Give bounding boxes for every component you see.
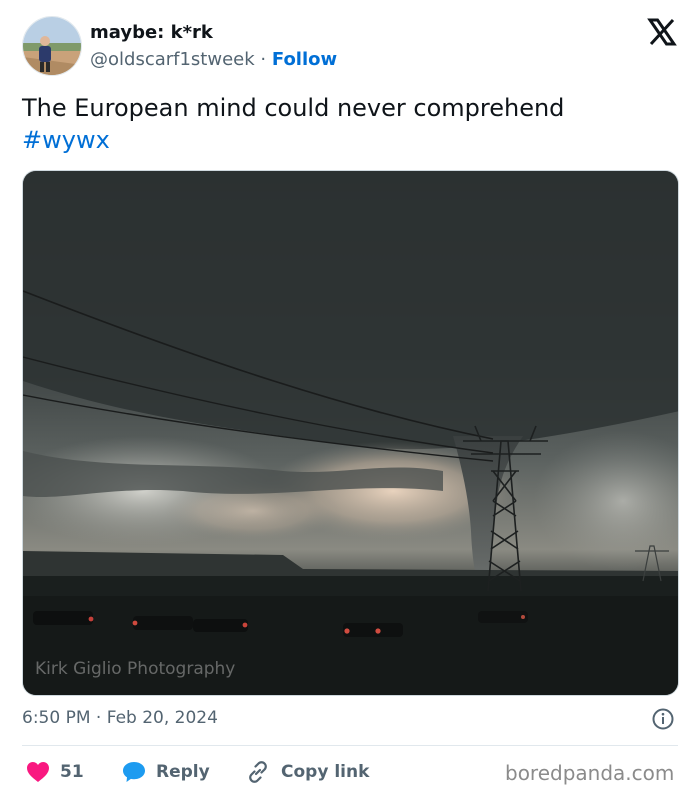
copy-link-label: Copy link: [281, 762, 370, 782]
author-handle-line: @oldscarf1stweek · Follow: [90, 49, 337, 70]
like-button[interactable]: 51: [26, 758, 84, 786]
reply-label: Reply: [156, 762, 210, 782]
follow-button[interactable]: Follow: [272, 49, 337, 70]
timestamp-separator: ·: [95, 708, 102, 728]
tweet-text: The European mind could never comprehend: [22, 94, 565, 122]
tornado-photo: [23, 171, 678, 695]
tweet-timestamp[interactable]: 6:50 PM · Feb 20, 2024: [22, 708, 218, 728]
divider: [22, 745, 678, 746]
info-icon[interactable]: [651, 707, 675, 731]
avatar-image: [23, 17, 81, 75]
author-handle[interactable]: @oldscarf1stweek: [90, 49, 255, 70]
x-logo-icon[interactable]: [647, 17, 677, 47]
handle-separator: ·: [260, 49, 267, 70]
heart-icon: [27, 762, 49, 782]
copy-link-button[interactable]: Copy link: [245, 758, 369, 786]
tweet-card: maybe: k*rk @oldscarf1stweek · Follow Th…: [0, 0, 700, 798]
reply-bubble-icon: [123, 762, 145, 782]
tweet-text-block: The European mind could never comprehend…: [22, 92, 678, 156]
reply-button[interactable]: Reply: [122, 758, 210, 786]
source-watermark: boredpanda.com: [505, 761, 675, 785]
link-icon: [249, 761, 267, 783]
like-count: 51: [60, 762, 84, 782]
author-display-name[interactable]: maybe: k*rk: [90, 22, 213, 43]
hashtag-link[interactable]: #wywx: [22, 124, 110, 156]
tweet-media-photo[interactable]: Kirk Giglio Photography: [22, 170, 679, 696]
avatar[interactable]: [22, 16, 82, 76]
tweet-date: Feb 20, 2024: [106, 708, 218, 728]
tweet-time: 6:50 PM: [22, 708, 91, 728]
photo-watermark: Kirk Giglio Photography: [35, 659, 236, 679]
